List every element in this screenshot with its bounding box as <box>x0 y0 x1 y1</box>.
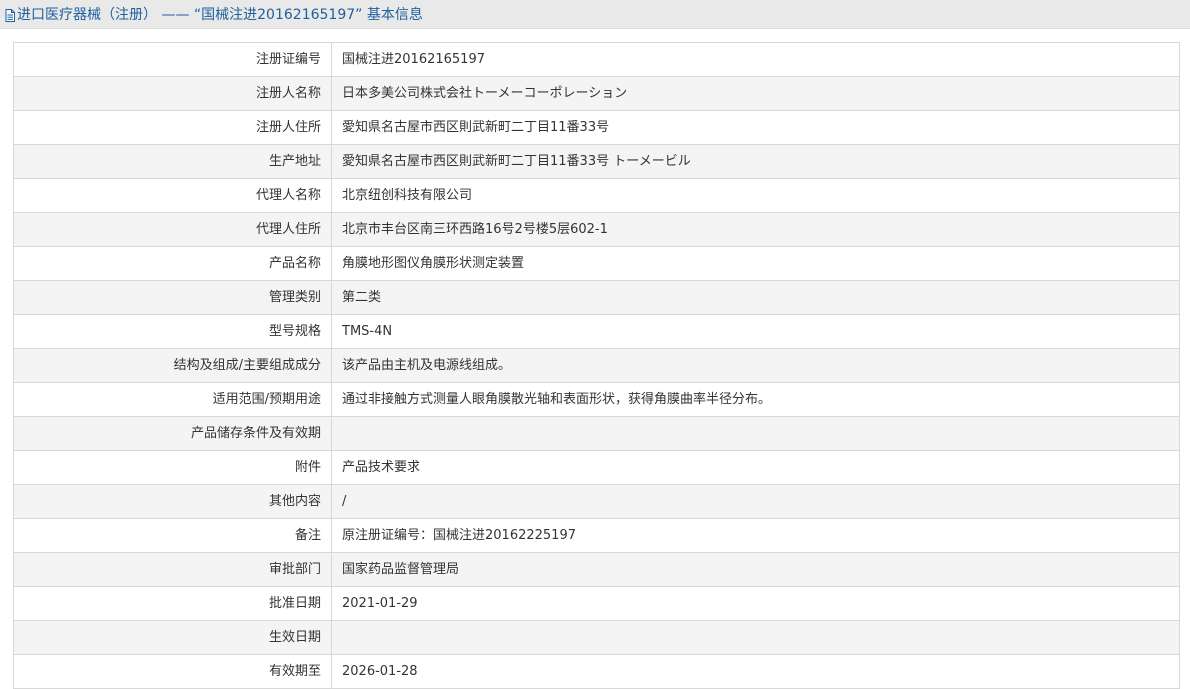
info-table: 注册证编号 国械注进20162165197 注册人名称 日本多美公司株式会社トーメー… <box>13 42 1180 689</box>
table-row: 注册证编号 国械注进20162165197 <box>13 42 1180 77</box>
row-label: 生效日期 <box>13 620 332 655</box>
table-row: 注册人住所 愛知県名古屋市西区則武新町二丁目11番33号 <box>13 110 1180 145</box>
row-label: 批准日期 <box>13 586 332 621</box>
row-value <box>331 620 1180 655</box>
row-label: 型号规格 <box>13 314 332 349</box>
row-value: 通过非接触方式测量人眼角膜散光轴和表面形状，获得角膜曲率半径分布。 <box>331 382 1180 417</box>
table-row: 结构及组成/主要组成成分 该产品由主机及电源线组成。 <box>13 348 1180 383</box>
row-label: 备注 <box>13 518 332 553</box>
row-label: 注册人住所 <box>13 110 332 145</box>
table-row: 其他内容 / <box>13 484 1180 519</box>
row-label: 代理人名称 <box>13 178 332 213</box>
row-label: 代理人住所 <box>13 212 332 247</box>
row-value: 产品技术要求 <box>331 450 1180 485</box>
row-label: 生产地址 <box>13 144 332 179</box>
row-value: 北京纽创科技有限公司 <box>331 178 1180 213</box>
row-value: 角膜地形图仪角膜形状测定装置 <box>331 246 1180 281</box>
row-value <box>331 416 1180 451</box>
row-value: 北京市丰台区南三环西路16号2号楼5层602-1 <box>331 212 1180 247</box>
table-row: 生效日期 <box>13 620 1180 655</box>
row-value: 该产品由主机及电源线组成。 <box>331 348 1180 383</box>
row-label: 注册证编号 <box>13 42 332 77</box>
table-row: 有效期至 2026-01-28 <box>13 654 1180 689</box>
row-value: 日本多美公司株式会社トーメーコーポレーション <box>331 76 1180 111</box>
row-label: 适用范围/预期用途 <box>13 382 332 417</box>
row-label: 产品储存条件及有效期 <box>13 416 332 451</box>
table-row: 代理人住所 北京市丰台区南三环西路16号2号楼5层602-1 <box>13 212 1180 247</box>
row-label: 其他内容 <box>13 484 332 519</box>
row-label: 管理类别 <box>13 280 332 315</box>
table-row: 备注 原注册证编号：国械注进20162225197 <box>13 518 1180 553</box>
row-value: TMS-4N <box>331 314 1180 349</box>
row-label: 结构及组成/主要组成成分 <box>13 348 332 383</box>
row-label: 附件 <box>13 450 332 485</box>
table-row: 型号规格 TMS-4N <box>13 314 1180 349</box>
page-header: 进口医疗器械（注册） —— “国械注进20162165197” 基本信息 <box>0 0 1190 29</box>
row-value: 2021-01-29 <box>331 586 1180 621</box>
row-value: 愛知県名古屋市西区則武新町二丁目11番33号 <box>331 110 1180 145</box>
row-label: 注册人名称 <box>13 76 332 111</box>
row-value: 原注册证编号：国械注进20162225197 <box>331 518 1180 553</box>
page-title: 进口医疗器械（注册） —— “国械注进20162165197” 基本信息 <box>17 7 423 23</box>
table-row: 管理类别 第二类 <box>13 280 1180 315</box>
table-row: 适用范围/预期用途 通过非接触方式测量人眼角膜散光轴和表面形状，获得角膜曲率半径分… <box>13 382 1180 417</box>
row-value: 第二类 <box>331 280 1180 315</box>
row-label: 有效期至 <box>13 654 332 689</box>
row-value: 愛知県名古屋市西区則武新町二丁目11番33号 トーメービル <box>331 144 1180 179</box>
table-row: 附件 产品技术要求 <box>13 450 1180 485</box>
document-icon <box>5 7 15 22</box>
row-value: 2026-01-28 <box>331 654 1180 689</box>
row-value: 国械注进20162165197 <box>331 42 1180 77</box>
table-row: 审批部门 国家药品监督管理局 <box>13 552 1180 587</box>
table-row: 批准日期 2021-01-29 <box>13 586 1180 621</box>
row-label: 审批部门 <box>13 552 332 587</box>
table-row: 生产地址 愛知県名古屋市西区則武新町二丁目11番33号 トーメービル <box>13 144 1180 179</box>
row-value: / <box>331 484 1180 519</box>
table-row: 代理人名称 北京纽创科技有限公司 <box>13 178 1180 213</box>
row-value: 国家药品监督管理局 <box>331 552 1180 587</box>
row-label: 产品名称 <box>13 246 332 281</box>
table-row: 注册人名称 日本多美公司株式会社トーメーコーポレーション <box>13 76 1180 111</box>
table-row: 产品名称 角膜地形图仪角膜形状测定装置 <box>13 246 1180 281</box>
table-row: 产品储存条件及有效期 <box>13 416 1180 451</box>
